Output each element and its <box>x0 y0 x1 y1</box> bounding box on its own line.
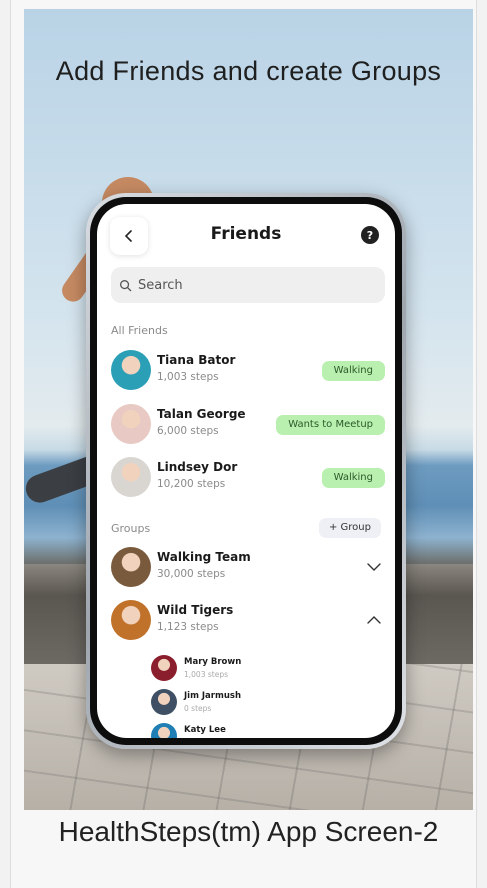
member-name: Jim Jarmush <box>184 691 242 701</box>
help-icon[interactable]: ? <box>361 226 379 244</box>
friend-name: Talan George <box>157 407 246 421</box>
add-group-button[interactable]: + Group <box>318 518 381 538</box>
status-badge: Wants to Meetup <box>276 415 385 435</box>
avatar <box>111 350 151 390</box>
search-placeholder: Search <box>138 277 183 293</box>
avatar <box>111 600 151 640</box>
friend-row[interactable]: Tiana Bator 1,003 steps Walking <box>111 349 385 391</box>
app-screen: Friends ? Search All Friends Tiana Bator… <box>97 204 395 738</box>
headline: Add Friends and create Groups <box>55 56 442 86</box>
member-name: Katy Lee <box>184 725 226 735</box>
group-member-row[interactable]: Mary Brown 1,003 steps <box>151 653 351 683</box>
groups-label: Groups <box>111 522 151 535</box>
page-title: Friends <box>210 224 282 244</box>
friend-row[interactable]: Talan George 6,000 steps Wants to Meetup <box>111 403 385 445</box>
avatar <box>151 689 177 715</box>
search-icon <box>120 279 132 291</box>
avatar <box>111 547 151 587</box>
group-steps: 30,000 steps <box>157 568 226 580</box>
status-badge: Walking <box>321 468 385 488</box>
phone-bezel: Friends ? Search All Friends Tiana Bator… <box>90 197 402 745</box>
phone-frame: Friends ? Search All Friends Tiana Bator… <box>86 193 406 749</box>
friend-name: Tiana Bator <box>157 353 236 367</box>
member-steps: 0 steps <box>184 704 212 713</box>
group-member-row[interactable]: Katy Lee <box>151 721 351 738</box>
avatar <box>151 723 177 738</box>
friend-steps: 10,200 steps <box>157 478 226 490</box>
group-member-row[interactable]: Jim Jarmush 0 steps <box>151 687 351 717</box>
chevron-up-icon[interactable] <box>367 613 381 627</box>
chevron-down-icon[interactable] <box>367 560 381 574</box>
group-name: Walking Team <box>157 550 251 564</box>
group-name: Wild Tigers <box>157 603 234 617</box>
friend-steps: 1,003 steps <box>157 371 219 383</box>
member-name: Mary Brown <box>184 657 242 667</box>
avatar <box>111 404 151 444</box>
all-friends-label: All Friends <box>111 324 168 337</box>
friend-steps: 6,000 steps <box>157 425 219 437</box>
member-steps: 1,003 steps <box>184 670 228 679</box>
friend-row[interactable]: Lindsey Dor 10,200 steps Walking <box>111 456 385 498</box>
search-input[interactable]: Search <box>111 267 385 303</box>
group-steps: 1,123 steps <box>157 621 219 633</box>
caption: HealthSteps(tm) App Screen-2 <box>58 816 439 847</box>
group-row[interactable]: Walking Team 30,000 steps <box>111 546 385 588</box>
group-row[interactable]: Wild Tigers 1,123 steps <box>111 599 385 641</box>
status-badge: Walking <box>321 361 385 381</box>
avatar <box>111 457 151 497</box>
friend-name: Lindsey Dor <box>157 460 238 474</box>
avatar <box>151 655 177 681</box>
top-bar: Friends ? <box>97 204 395 262</box>
